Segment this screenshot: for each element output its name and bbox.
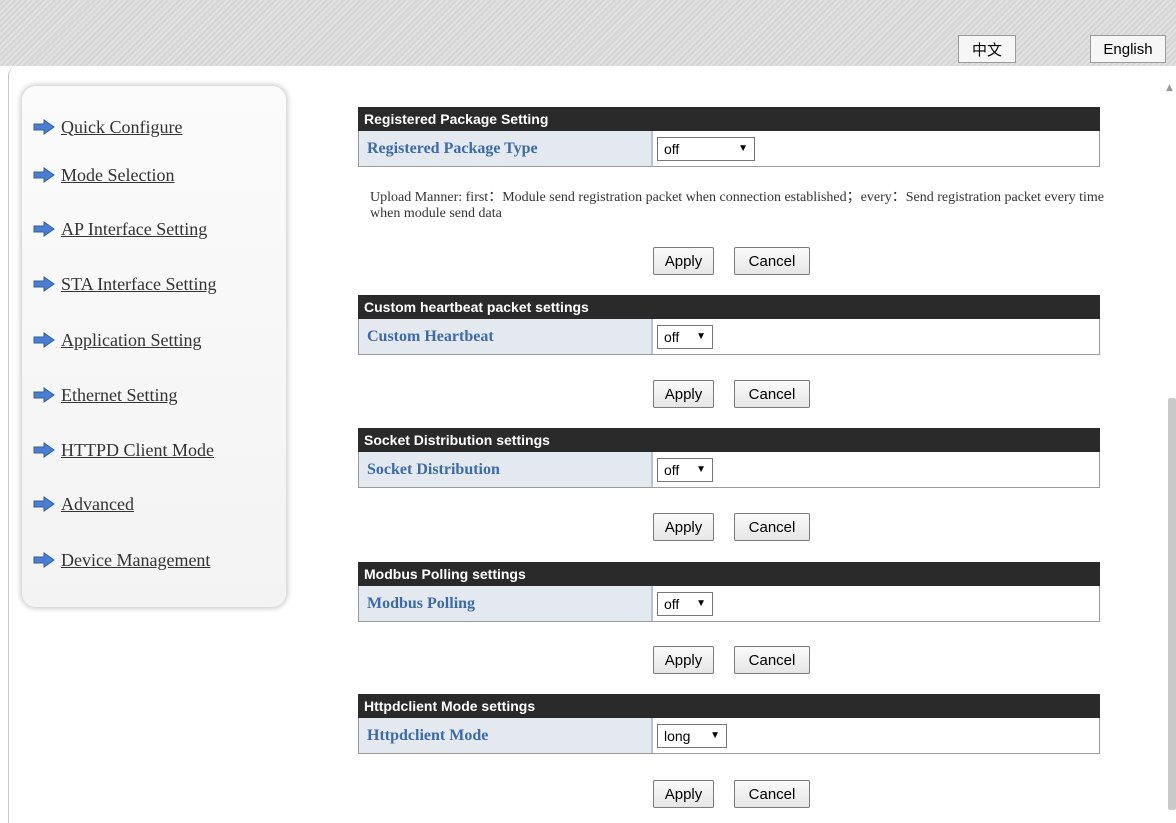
field-label: Registered Package Type xyxy=(359,131,653,166)
registered-apply-button[interactable]: Apply xyxy=(653,247,714,275)
field-value: long ▼ xyxy=(653,718,1099,753)
nav-item-application-setting[interactable]: Application Setting xyxy=(33,327,201,353)
dropdown-arrow-icon: ▼ xyxy=(710,730,720,741)
scrollbar-thumb[interactable] xyxy=(1168,398,1176,810)
select-value: off xyxy=(664,595,680,612)
field-value: off ▼ xyxy=(653,452,1099,487)
httpd-cancel-button[interactable]: Cancel xyxy=(734,780,810,808)
nav-item-label: Device Management xyxy=(61,549,211,570)
registered-package-section: Registered Package Setting Registered Pa… xyxy=(358,107,1100,167)
httpdclient-mode-section: Httpdclient Mode settings Httpdclient Mo… xyxy=(358,694,1100,754)
nav-item-label: STA Interface Setting xyxy=(61,273,217,294)
dropdown-arrow-icon: ▼ xyxy=(696,464,706,475)
registered-package-type-select[interactable]: off ▼ xyxy=(657,136,755,161)
select-value: long xyxy=(664,727,691,744)
settings-row: Registered Package Type off ▼ xyxy=(358,131,1100,167)
arrow-right-icon xyxy=(33,387,55,403)
select-value: off xyxy=(664,140,680,157)
nav-item-ethernet-setting[interactable]: Ethernet Setting xyxy=(33,382,177,408)
arrow-right-icon xyxy=(33,276,55,292)
field-label: Modbus Polling xyxy=(359,586,653,621)
section-header: Modbus Polling settings xyxy=(358,562,1100,586)
nav-item-label: Mode Selection xyxy=(61,164,175,185)
top-bar: 中文 English xyxy=(0,0,1176,66)
socket-distribution-select[interactable]: off ▼ xyxy=(657,457,713,482)
nav-item-label: Ethernet Setting xyxy=(61,384,178,405)
arrow-right-icon xyxy=(33,332,55,348)
heartbeat-apply-button[interactable]: Apply xyxy=(653,380,714,408)
arrow-right-icon xyxy=(33,442,55,458)
dropdown-arrow-icon: ▼ xyxy=(738,143,748,154)
nav-item-label: HTTPD Client Mode xyxy=(61,439,214,460)
socket-cancel-button[interactable]: Cancel xyxy=(734,513,810,541)
settings-row: Modbus Polling off ▼ xyxy=(358,586,1100,622)
heartbeat-cancel-button[interactable]: Cancel xyxy=(734,380,810,408)
modbus-polling-select[interactable]: off ▼ xyxy=(657,591,713,616)
nav-item-ap-interface-setting[interactable]: AP Interface Setting xyxy=(33,216,207,242)
select-value: off xyxy=(664,461,680,478)
arrow-right-icon xyxy=(33,552,55,568)
dropdown-arrow-icon: ▼ xyxy=(696,598,706,609)
arrow-right-icon xyxy=(33,119,55,135)
nav-item-quick-configure[interactable]: Quick Configure xyxy=(33,114,182,140)
custom-heartbeat-select[interactable]: off ▼ xyxy=(657,324,713,349)
modbus-polling-section: Modbus Polling settings Modbus Polling o… xyxy=(358,562,1100,622)
settings-row: Custom Heartbeat off ▼ xyxy=(358,319,1100,355)
arrow-right-icon xyxy=(33,496,55,512)
custom-heartbeat-section: Custom heartbeat packet settings Custom … xyxy=(358,295,1100,355)
settings-row: Httpdclient Mode long ▼ xyxy=(358,718,1100,754)
nav-item-sta-interface-setting[interactable]: STA Interface Setting xyxy=(33,271,217,297)
nav-item-advanced[interactable]: Advanced xyxy=(33,491,134,517)
socket-distribution-section: Socket Distribution settings Socket Dist… xyxy=(358,428,1100,488)
field-label: Socket Distribution xyxy=(359,452,653,487)
registered-cancel-button[interactable]: Cancel xyxy=(734,247,810,275)
socket-apply-button[interactable]: Apply xyxy=(653,513,714,541)
nav-item-label: Application Setting xyxy=(61,329,202,350)
chinese-language-button[interactable]: 中文 xyxy=(958,35,1016,63)
field-value: off ▼ xyxy=(653,131,1099,166)
nav-item-label: AP Interface Setting xyxy=(61,218,208,239)
dropdown-arrow-icon: ▼ xyxy=(696,331,706,342)
nav-item-httpd-client-mode[interactable]: HTTPD Client Mode xyxy=(33,437,214,463)
httpdclient-mode-select[interactable]: long ▼ xyxy=(657,723,727,748)
nav-item-label: Quick Configure xyxy=(61,116,183,137)
section-header: Custom heartbeat packet settings xyxy=(358,295,1100,319)
arrow-right-icon xyxy=(33,167,55,183)
scroll-up-arrow-icon[interactable]: ▲ xyxy=(1166,83,1173,93)
modbus-cancel-button[interactable]: Cancel xyxy=(734,646,810,674)
nav-item-device-management[interactable]: Device Management xyxy=(33,547,210,573)
upload-manner-note: Upload Manner: first：Module send registr… xyxy=(370,190,1105,221)
select-value: off xyxy=(664,328,680,345)
section-header: Httpdclient Mode settings xyxy=(358,694,1100,718)
nav-item-label: Advanced xyxy=(61,493,134,514)
httpd-apply-button[interactable]: Apply xyxy=(653,780,714,808)
modbus-apply-button[interactable]: Apply xyxy=(653,646,714,674)
section-header: Socket Distribution settings xyxy=(358,428,1100,452)
field-value: off ▼ xyxy=(653,319,1099,354)
nav-item-mode-selection[interactable]: Mode Selection xyxy=(33,162,174,188)
section-header: Registered Package Setting xyxy=(358,107,1100,131)
english-language-button[interactable]: English xyxy=(1090,35,1166,63)
settings-row: Socket Distribution off ▼ xyxy=(358,452,1100,488)
field-label: Custom Heartbeat xyxy=(359,319,653,354)
field-label: Httpdclient Mode xyxy=(359,718,653,753)
field-value: off ▼ xyxy=(653,586,1099,621)
arrow-right-icon xyxy=(33,221,55,237)
